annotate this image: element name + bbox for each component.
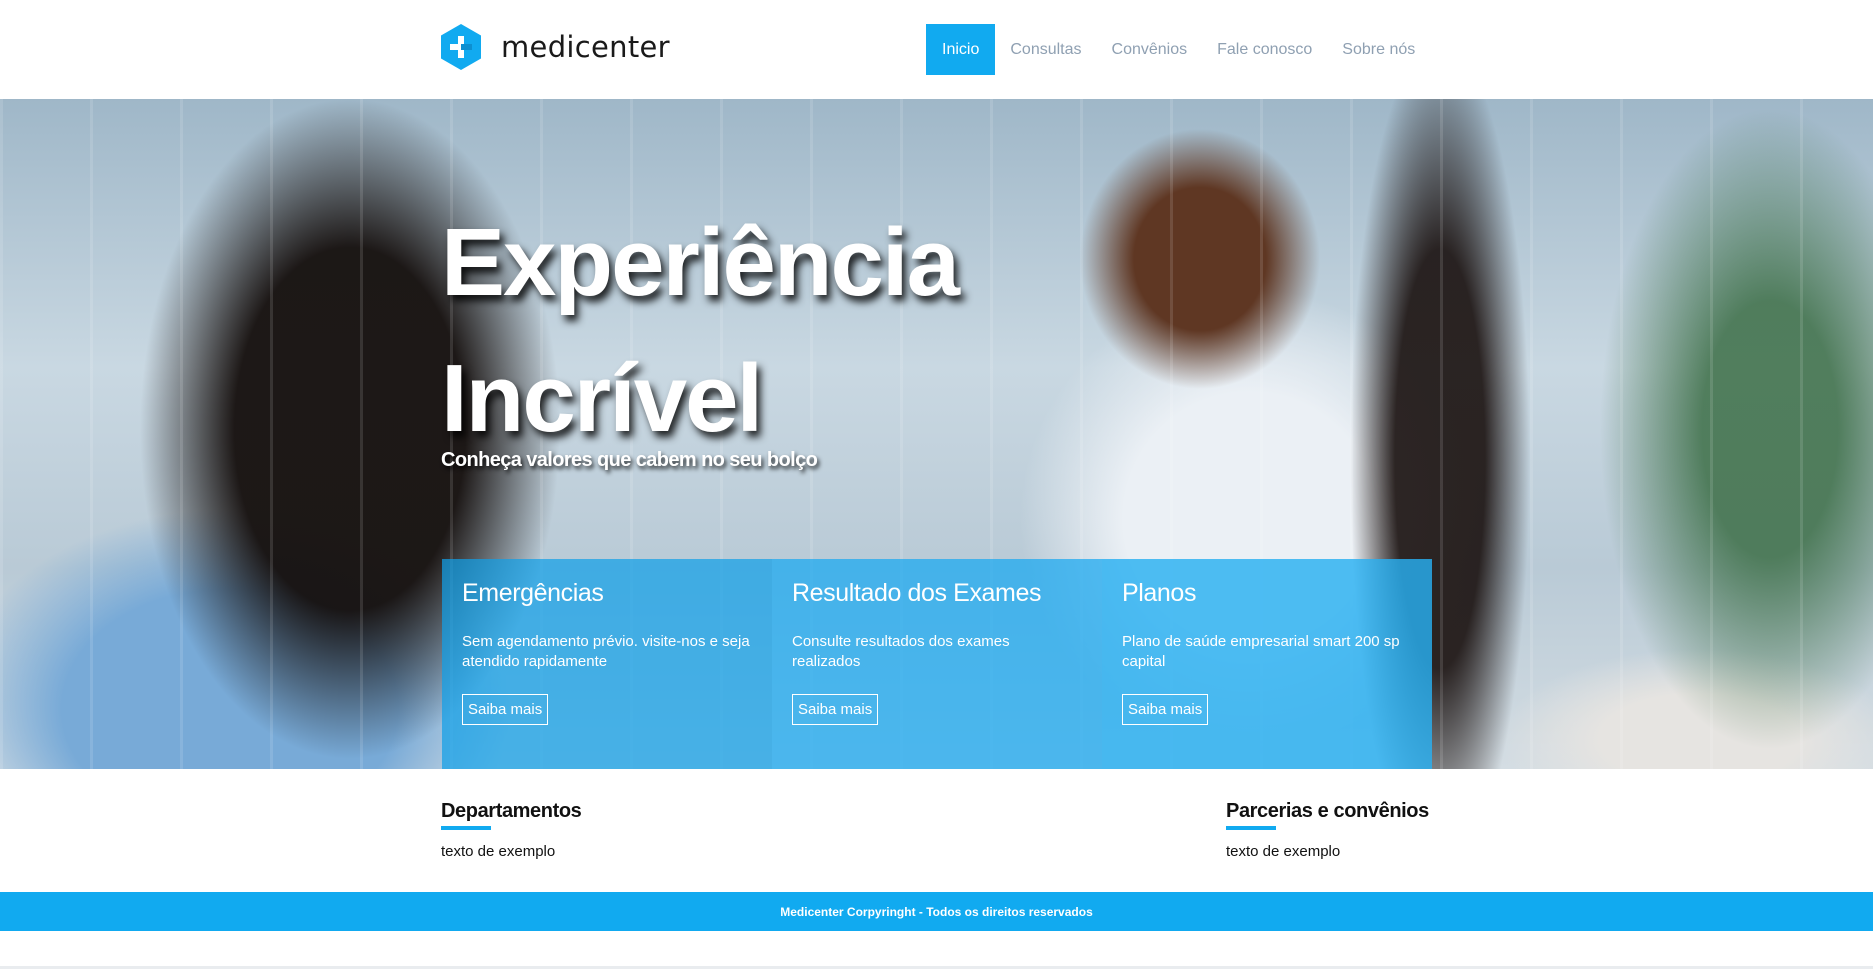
card-title: Resultado dos Exames [792,579,1042,607]
card-text: Sem agendamento prévio. visite-nos e sej… [462,633,750,670]
logo[interactable]: medicenter [441,24,670,70]
partners-block: Parcerias e convênios texto de exemplo [1226,800,1429,860]
card-text: Plano de saúde empresarial smart 200 sp … [1122,633,1400,670]
card-title: Emergências [462,579,604,607]
partners-text: texto de exemplo [1226,843,1341,860]
nav-item-sobre-nos[interactable]: Sobre nós [1327,24,1430,75]
main-nav: Inicio Consultas Convênios Fale conosco … [926,24,1430,75]
copyright-text: Medicenter Corpyringht - Todos os direit… [780,904,1093,919]
departments-title: Departamentos [441,800,582,822]
hero-subtitle: Conheça valores que cabem no seu bolço [441,449,818,471]
title-underline [441,826,491,830]
nav-item-convenios[interactable]: Convênios [1097,24,1203,75]
departments-text: texto de exemplo [441,843,556,860]
hero-title-line-2: Incrível [441,345,763,452]
feature-cards: Emergências Sem agendamento prévio. visi… [442,559,1432,769]
info-section: Departamentos texto de exemplo Parcerias… [0,769,1873,892]
departments-block: Departamentos texto de exemplo [441,800,582,860]
nav-item-inicio[interactable]: Inicio [926,24,996,75]
hero-title: Experiência Incrível [441,195,1041,467]
saiba-mais-button[interactable]: Saiba mais [462,694,549,725]
title-underline [1226,826,1276,830]
brand-name: medicenter [501,30,670,64]
card-title: Planos [1122,579,1197,607]
card-emergencias: Emergências Sem agendamento prévio. visi… [442,559,772,769]
hero-title-line-1: Experiência [441,209,960,316]
card-text: Consulte resultados dos exames realizado… [792,633,1010,670]
nav-item-consultas[interactable]: Consultas [995,24,1096,75]
site-footer: Medicenter Corpyringht - Todos os direit… [0,892,1873,931]
card-planos: Planos Plano de saúde empresarial smart … [1102,559,1432,769]
site-header: medicenter Inicio Consultas Convênios Fa… [0,0,1873,99]
saiba-mais-button[interactable]: Saiba mais [1122,694,1209,725]
nav-item-fale-conosco[interactable]: Fale conosco [1202,24,1327,75]
hero-banner: Experiência Incrível Conheça valores que… [0,99,1873,769]
card-resultado-exames: Resultado dos Exames Consulte resultados… [772,559,1102,769]
hexagon-plus-icon [441,24,481,70]
saiba-mais-button[interactable]: Saiba mais [792,694,879,725]
partners-title: Parcerias e convênios [1226,800,1429,822]
